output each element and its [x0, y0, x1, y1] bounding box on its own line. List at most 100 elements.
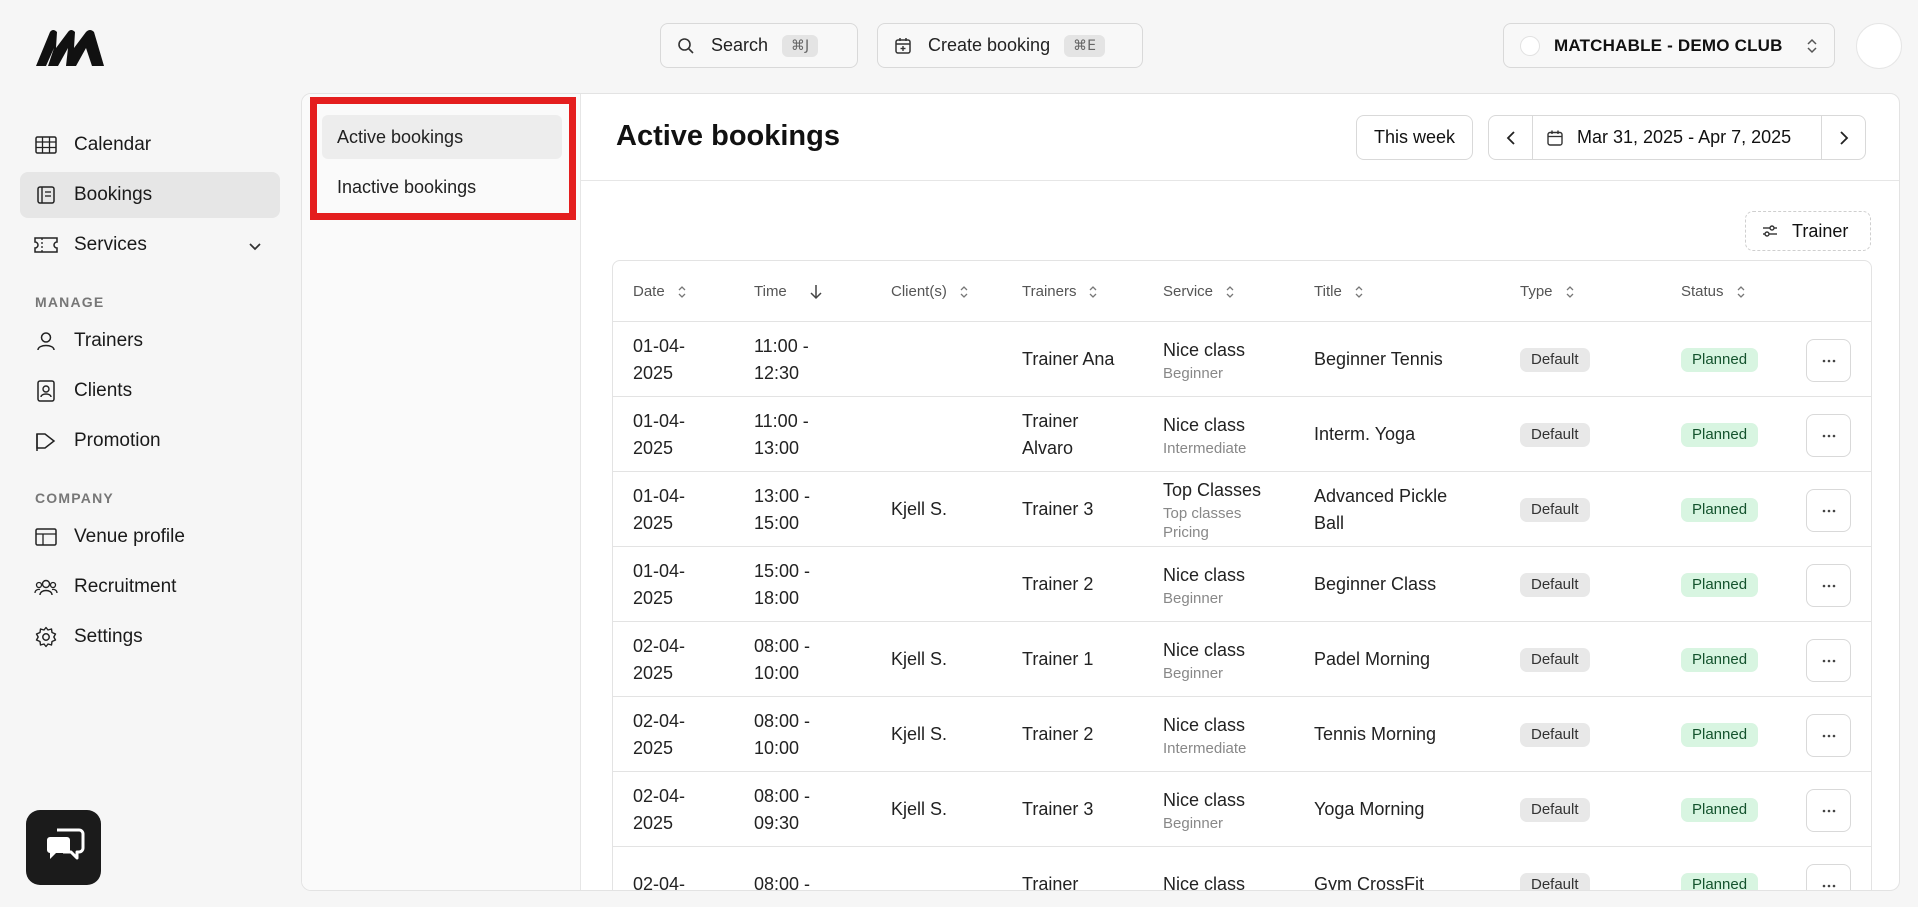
cell-time-line: 08:00 - — [754, 785, 811, 806]
cell-service-name: Nice class — [1163, 639, 1246, 660]
next-week-button[interactable] — [1821, 116, 1865, 159]
cell-time-line: 15:00 — [754, 512, 800, 533]
type-badge: Default — [1520, 872, 1590, 890]
sidebar-item-venue-profile[interactable]: Venue profile — [20, 514, 280, 560]
table-row[interactable]: 02-04- 2025 08:00 - 09:30 Kjell S. Trainer 3 N… — [613, 772, 1871, 847]
cell-status: Planned — [1681, 622, 1759, 697]
cell-service-sub: Beginner — [1163, 814, 1224, 832]
row-actions-button[interactable] — [1806, 414, 1851, 457]
row-actions-button[interactable] — [1806, 489, 1851, 532]
column-header-time[interactable]: Time — [754, 261, 823, 322]
cell-service: Nice class Beginner — [1163, 322, 1245, 397]
sort-icon — [959, 285, 969, 299]
column-header-title[interactable]: Title — [1314, 261, 1364, 322]
cell-client-name: Kjell S. — [891, 799, 948, 819]
create-booking-button[interactable]: Create booking ⌘E — [877, 23, 1143, 68]
ticket-icon — [34, 233, 58, 257]
cell-client: Kjell S. — [891, 472, 947, 547]
column-header-type[interactable]: Type — [1520, 261, 1575, 322]
cell-date-line: 2025 — [633, 737, 674, 758]
sidebar-item-promotion[interactable]: Promotion — [20, 418, 280, 464]
sort-icon — [1736, 285, 1746, 299]
table-row[interactable]: 01-04- 2025 11:00 - 12:30 Trainer Ana Nice cl… — [613, 322, 1871, 397]
page-title: Active bookings — [616, 120, 840, 152]
sidebar-item-calendar[interactable]: Calendar — [20, 122, 280, 168]
type-badge: Default — [1520, 497, 1590, 522]
table-row[interactable]: 02-04- 2025 08:00 - 10:00 Kjell S. Trainer 1 N… — [613, 622, 1871, 697]
cell-title-line: Yoga Morning — [1314, 799, 1425, 819]
sidebar-item-label: Settings — [74, 626, 143, 647]
row-actions-button[interactable] — [1806, 639, 1851, 682]
cell-time-line: 08:00 - — [754, 874, 811, 891]
row-actions-button[interactable] — [1806, 864, 1851, 890]
cell-type: Default — [1520, 322, 1590, 397]
column-header-label: Client(s) — [891, 283, 947, 300]
row-actions-button[interactable] — [1806, 789, 1851, 832]
cell-time: 08:00 - 10:00 — [754, 697, 810, 772]
row-actions-button[interactable] — [1806, 564, 1851, 607]
date-range-field[interactable]: Mar 31, 2025 - Apr 7, 2025 — [1533, 127, 1821, 148]
column-header-trainers[interactable]: Trainers — [1022, 261, 1098, 322]
cell-service-sub: Beginner — [1163, 589, 1224, 607]
cell-service-name: Nice class — [1163, 874, 1246, 891]
subnav-inactive-bookings[interactable]: Inactive bookings — [322, 165, 562, 209]
table-row[interactable]: 02-04- 2025 08:00 - 10:00 Kjell S. Trainer 2 N… — [613, 697, 1871, 772]
cell-title-line: Beginner Tennis — [1314, 349, 1443, 369]
trainer-filter-label: Trainer — [1792, 220, 1849, 241]
column-header-label: Type — [1520, 283, 1553, 300]
status-badge: Planned — [1681, 722, 1759, 747]
type-badge: Default — [1520, 572, 1590, 597]
table-row[interactable]: 01-04- 2025 15:00 - 18:00 Trainer 2 Nice clas… — [613, 547, 1871, 622]
cell-time-line: 09:30 — [754, 812, 800, 833]
table-row[interactable]: 02-04- 08:00 - Trainer Nice class Gym CrossF… — [613, 847, 1871, 891]
cell-time-line: 13:00 — [754, 437, 800, 458]
cell-date-line: 01-04- — [633, 335, 686, 356]
sidebar-item-services[interactable]: Services — [20, 222, 280, 268]
table-row[interactable]: 01-04- 2025 11:00 - 13:00 Trainer Alvaro Nice … — [613, 397, 1871, 472]
sidebar-item-trainers[interactable]: Trainers — [20, 318, 280, 364]
subnav-active-bookings[interactable]: Active bookings — [322, 115, 562, 159]
sidebar-item-settings[interactable]: Settings — [20, 614, 280, 660]
chevron-down-icon[interactable] — [248, 236, 262, 258]
trainer-filter-button[interactable]: Trainer — [1745, 211, 1871, 251]
club-name: MATCHABLE - DEMO CLUB — [1554, 35, 1783, 55]
column-header-service[interactable]: Service — [1163, 261, 1235, 322]
column-header-clients[interactable]: Client(s) — [891, 261, 969, 322]
section-label-company: COMPANY — [35, 490, 114, 506]
sidebar-item-recruitment[interactable]: Recruitment — [20, 564, 280, 610]
row-actions-button[interactable] — [1806, 714, 1851, 757]
previous-week-button[interactable] — [1489, 116, 1533, 159]
sidebar-item-label: Recruitment — [74, 576, 177, 597]
type-badge: Default — [1520, 797, 1590, 822]
search-button[interactable]: Search ⌘J — [660, 23, 858, 68]
club-selector[interactable]: MATCHABLE - DEMO CLUB — [1503, 23, 1835, 68]
column-header-status[interactable]: Status — [1681, 261, 1746, 322]
user-avatar[interactable] — [1856, 23, 1902, 69]
cell-date: 02-04- 2025 — [633, 622, 685, 697]
cell-service: Nice class Beginner — [1163, 772, 1245, 847]
table-row[interactable]: 01-04- 2025 13:00 - 15:00 Kjell S. Trainer 3 T… — [613, 472, 1871, 547]
cell-time-line: 11:00 - — [754, 410, 809, 431]
cell-trainer: Trainer 1 — [1022, 622, 1093, 697]
sort-icon — [1088, 285, 1098, 299]
matchable-logo[interactable] — [34, 26, 106, 70]
status-badge: Planned — [1681, 572, 1759, 597]
cell-type: Default — [1520, 622, 1590, 697]
row-actions-button[interactable] — [1806, 339, 1851, 382]
cell-title: Yoga Morning — [1314, 772, 1424, 847]
cell-trainer-line: Trainer 2 — [1022, 724, 1094, 744]
chat-support-button[interactable] — [26, 810, 101, 885]
cell-time-line: 12:30 — [754, 362, 800, 383]
bookings-subnav: Active bookings Inactive bookings — [302, 94, 581, 890]
sidebar-item-clients[interactable]: Clients — [20, 368, 280, 414]
sidebar-item-bookings[interactable]: Bookings — [20, 172, 280, 218]
this-week-button[interactable]: This week — [1356, 115, 1473, 160]
column-header-date[interactable]: Date — [633, 261, 687, 322]
cell-trainer-line: Alvaro — [1022, 437, 1074, 458]
cell-title-line: Tennis Morning — [1314, 724, 1437, 744]
cell-time-line: 13:00 - — [754, 485, 811, 506]
club-avatar — [1520, 35, 1540, 56]
cell-trainer: Trainer — [1022, 847, 1078, 890]
cell-date-line: 02-04- — [633, 635, 686, 656]
cell-date-line: 2025 — [633, 512, 674, 533]
